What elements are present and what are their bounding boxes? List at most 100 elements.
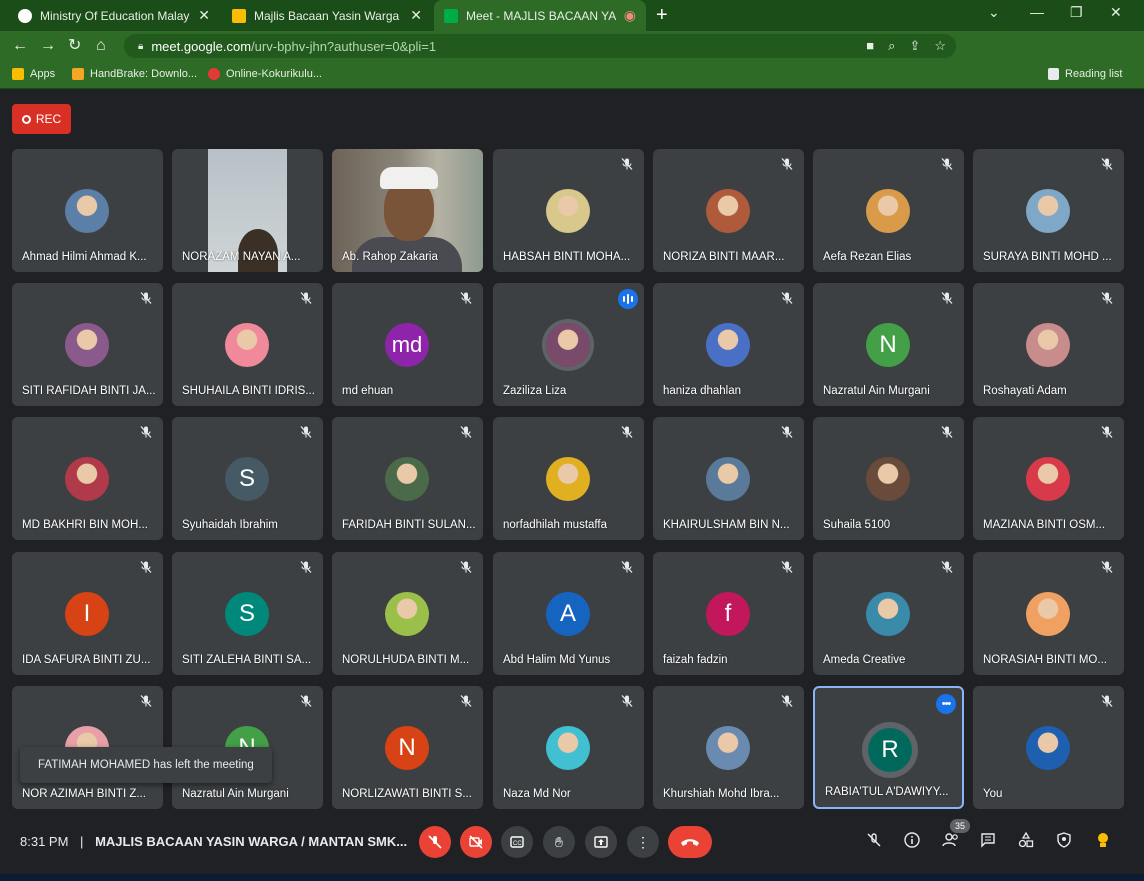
participant-tile[interactable]: NORAZAM NAYAN A... (172, 149, 323, 272)
bookmark-kokurikulum[interactable]: Online-Kokurikulu... (208, 68, 322, 80)
participant-tile[interactable]: You (973, 686, 1124, 809)
participant-tile[interactable]: I IDA SAFURA BINTI ZU... (12, 552, 163, 675)
participant-tile[interactable]: NORULHUDA BINTI M... (332, 552, 483, 675)
meeting-details[interactable]: 8:31 PM | MAJLIS BACAAN YASIN WARGA / MA… (20, 834, 407, 849)
participant-name: norfadhilah mustaffa (503, 519, 607, 531)
participant-tile[interactable]: S SITI ZALEHA BINTI SA... (172, 552, 323, 675)
address-bar[interactable]: 🔒︎ meet.google.com /urv-bphv-jhn?authuse… (124, 34, 956, 58)
participant-tile[interactable]: FARIDAH BINTI SULAN... (332, 417, 483, 540)
share-icon[interactable]: ⇪ (909, 38, 920, 54)
participant-tile[interactable]: Aefa Rezan Elias (813, 149, 964, 272)
google-icon (18, 8, 32, 23)
participant-tile[interactable]: SITI RAFIDAH BINTI JA... (12, 283, 163, 406)
participant-tile[interactable]: SHUHAILA BINTI IDRIS... (172, 283, 323, 406)
end-call-button[interactable] (668, 826, 712, 858)
mute-all-icon[interactable] (866, 832, 882, 853)
participant-name: Nazratul Ain Murgani (823, 385, 930, 397)
hang-up-icon (681, 839, 699, 846)
speaking-indicator-icon (618, 289, 638, 309)
close-icon[interactable]: ✕ (198, 7, 210, 24)
mic-off-icon (781, 695, 793, 707)
participant-tile[interactable]: Zaziliza Liza (493, 283, 644, 406)
mic-off-icon (140, 695, 152, 707)
people-icon[interactable] (942, 832, 960, 853)
home-button[interactable]: ⌂ (96, 37, 106, 55)
reading-list-button[interactable]: Reading list (1048, 68, 1122, 80)
recording-indicator[interactable]: REC (12, 104, 71, 134)
bookmark-handbrake[interactable]: HandBrake: Downlo... (72, 68, 197, 80)
participant-tile[interactable]: A Abd Halim Md Yunus (493, 552, 644, 675)
participant-tile[interactable]: Ahmad Hilmi Ahmad K... (12, 149, 163, 272)
participant-tile[interactable]: Ab. Rahop Zakaria (332, 149, 483, 272)
participant-name: You (983, 788, 1003, 800)
restore-button[interactable]: ❐ (1070, 4, 1083, 21)
bookmark-star-icon[interactable]: ☆ (934, 38, 946, 54)
participant-name: Abd Halim Md Yunus (503, 654, 611, 666)
zoom-icon[interactable]: ⌕ (888, 38, 895, 54)
tab-ministry[interactable]: Ministry Of Education Malaysia - ✕ (8, 0, 220, 31)
participant-name: Ameda Creative (823, 654, 906, 666)
new-tab-button[interactable]: + (656, 5, 668, 25)
participant-tile[interactable]: N Nazratul Ain Murgani (813, 283, 964, 406)
participant-tile[interactable]: HABSAH BINTI MOHA... (493, 149, 644, 272)
avatar-photo (546, 457, 590, 501)
kokurikulum-icon (208, 68, 220, 80)
extension-lightbulb-icon[interactable] (1096, 832, 1110, 855)
participant-tile[interactable]: N NORLIZAWATI BINTI S... (332, 686, 483, 809)
participant-tile[interactable]: KHAIRULSHAM BIN N... (653, 417, 804, 540)
handbrake-icon (72, 68, 84, 80)
tile-more-options-icon[interactable]: ••• (936, 694, 956, 714)
participant-tile[interactable]: MAZIANA BINTI OSM... (973, 417, 1124, 540)
close-window-button[interactable]: ✕ (1110, 4, 1122, 21)
captions-button[interactable]: CC (501, 826, 533, 858)
participant-tile[interactable]: norfadhilah mustaffa (493, 417, 644, 540)
hand-icon: ✋︎ (555, 833, 563, 850)
back-button[interactable]: ← (12, 37, 28, 55)
participant-tile[interactable]: md md ehuan (332, 283, 483, 406)
chat-icon[interactable] (980, 832, 996, 853)
camera-toggle-button[interactable] (460, 826, 492, 858)
present-button[interactable] (585, 826, 617, 858)
meeting-title: MAJLIS BACAAN YASIN WARGA / MANTAN SMK..… (95, 834, 408, 849)
mic-toggle-button[interactable] (419, 826, 451, 858)
minimize-button[interactable]: — (1030, 4, 1044, 20)
participant-tile[interactable]: Suhaila 5100 (813, 417, 964, 540)
avatar-initial: S (225, 592, 269, 636)
reload-button[interactable]: ↻ (68, 37, 81, 55)
participant-tile[interactable]: Ameda Creative (813, 552, 964, 675)
meeting-info-icon[interactable] (904, 832, 920, 853)
tab-search-icon[interactable]: ⌄ (988, 4, 1000, 21)
host-controls-icon[interactable] (1056, 832, 1072, 853)
participant-tile[interactable]: NORASIAH BINTI MO... (973, 552, 1124, 675)
mic-off-icon (781, 292, 793, 304)
mic-off-icon (1101, 292, 1113, 304)
bookmark-label: Apps (30, 68, 56, 80)
participant-tile[interactable]: NORIZA BINTI MAAR... (653, 149, 804, 272)
bookmark-label: Online-Kokurikulu... (226, 68, 322, 80)
tab-majlis[interactable]: Majlis Bacaan Yasin Warga Mant ✕ (222, 0, 432, 31)
tab-meet[interactable]: Meet - MAJLIS BACAAN YAS ◉ (434, 0, 646, 31)
avatar-photo (385, 457, 429, 501)
recording-dot-icon[interactable]: ◉ (624, 7, 636, 24)
participant-tile[interactable]: R ••• RABIA'TUL A'DAWIYY... (813, 686, 964, 809)
participant-tile[interactable]: Khurshiah Mohd Ibra... (653, 686, 804, 809)
participant-tile[interactable]: Naza Md Nor (493, 686, 644, 809)
bookmark-apps[interactable]: Apps (12, 68, 55, 80)
browser-toolbar: ← → ↻ ⌂ 🔒︎ meet.google.com /urv-bphv-jhn… (0, 31, 1144, 84)
avatar-photo (546, 323, 590, 367)
participant-tile[interactable]: S Syuhaidah Ibrahim (172, 417, 323, 540)
participant-tile[interactable]: f faizah fadzin (653, 552, 804, 675)
more-options-button[interactable]: ⋮ (627, 826, 659, 858)
raise-hand-button[interactable]: ✋︎ (543, 826, 575, 858)
close-icon[interactable]: ✕ (410, 7, 422, 24)
avatar-photo (65, 457, 109, 501)
activities-icon[interactable] (1018, 831, 1034, 853)
participant-tile[interactable]: SURAYA BINTI MOHD ... (973, 149, 1124, 272)
participant-tile[interactable]: MD BAKHRI BIN MOH... (12, 417, 163, 540)
forward-button[interactable]: → (40, 37, 56, 55)
tab-title: Ministry Of Education Malaysia - (40, 8, 190, 23)
toast-text: FATIMAH MOHAMED has left the meeting (38, 759, 254, 771)
participant-tile[interactable]: haniza dhahlan (653, 283, 804, 406)
camera-icon[interactable]: ■ (866, 38, 874, 54)
participant-tile[interactable]: Roshayati Adam (973, 283, 1124, 406)
